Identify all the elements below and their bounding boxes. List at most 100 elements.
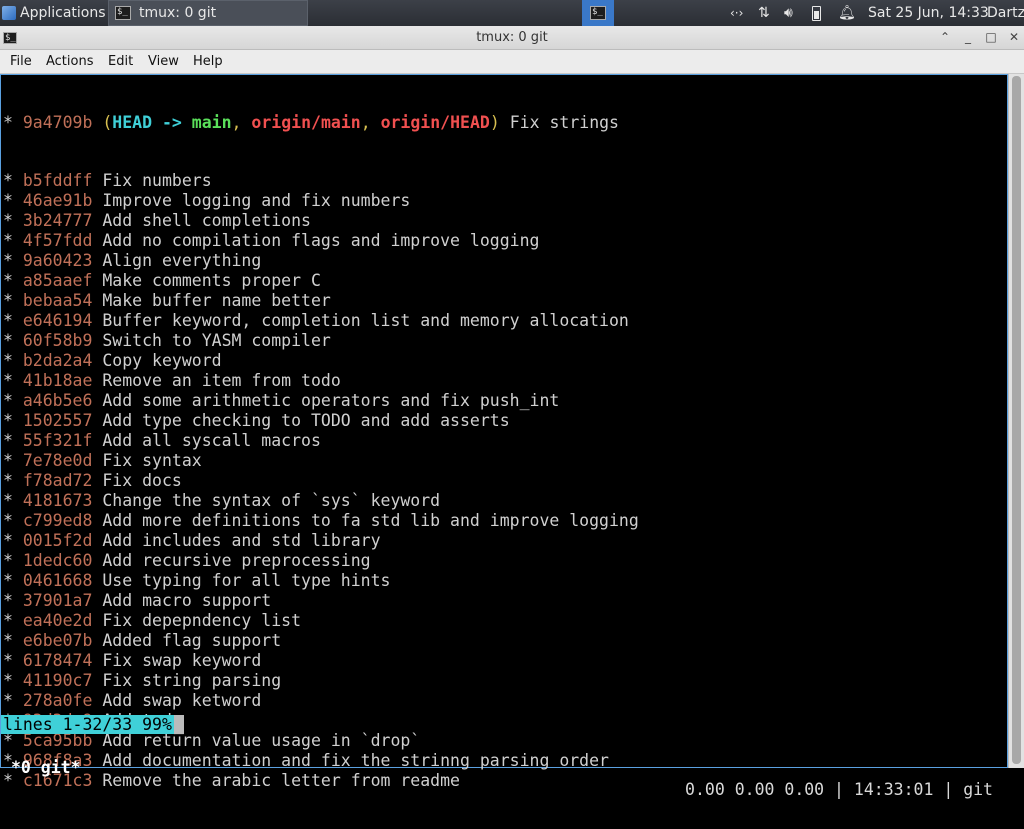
commit-message: Buffer keyword, completion list and memo…: [102, 311, 629, 330]
commit-message: Remove an item from todo: [102, 371, 341, 390]
minimize-button[interactable]: _: [960, 29, 976, 45]
commit-message: Add all syscall macros: [102, 431, 321, 450]
terminal-cursor: _: [173, 715, 184, 734]
tmux-status-bar: *0 git* 0.00 0.00 0.00 | 14:33:01 | git: [1, 735, 1007, 799]
log-row: * 278a0fe Add swap ketword: [3, 691, 262, 710]
commit-hash: 9a4709b: [22, 113, 93, 132]
commit-message: Add swap ketword: [102, 691, 262, 710]
commit-hash: f78ad72: [22, 471, 93, 490]
applications-menu-button[interactable]: Applications: [0, 0, 108, 26]
log-row: * 46ae91b Improve logging and fix number…: [3, 191, 411, 210]
commit-message: Add macro support: [102, 591, 272, 610]
commit-hash: 0015f2d: [22, 531, 93, 550]
workspace-switcher-button[interactable]: $_: [582, 0, 614, 26]
terminal-icon: $_: [590, 6, 606, 20]
top-panel: Applications $_ tmux: 0 git $_ ‹·› ⇅ 🔊︎ …: [0, 0, 1024, 26]
commit-hash: 41190c7: [22, 671, 93, 690]
taskbar-item-tmux[interactable]: $_ tmux: 0 git: [108, 0, 308, 26]
log-row: * 1502557 Add type checking to TODO and …: [3, 411, 510, 430]
applications-icon: [2, 6, 16, 20]
pager-status-text: lines 1-32/33 99%: [1, 715, 174, 734]
tmux-window-label[interactable]: *0 git*: [11, 757, 81, 779]
commit-message: Add type checking to TODO and add assert…: [102, 411, 510, 430]
log-row: * ea40e2d Fix depepndency list: [3, 611, 302, 630]
commit-hash: 46ae91b: [22, 191, 93, 210]
remote-ref-head: origin/HEAD: [380, 113, 490, 132]
menu-view[interactable]: View: [148, 54, 179, 69]
commit-hash: 3b24777: [22, 211, 93, 230]
commit-hash: c799ed8: [22, 511, 93, 530]
log-row: * 7e78e0d Fix syntax: [3, 451, 202, 470]
menu-actions[interactable]: Actions: [46, 54, 94, 69]
commit-hash: a85aaef: [22, 271, 93, 290]
commit-message: Improve logging and fix numbers: [102, 191, 411, 210]
battery-icon[interactable]: [812, 0, 821, 26]
commit-message: Make buffer name better: [102, 291, 331, 310]
log-row: * 0015f2d Add includes and std library: [3, 531, 381, 550]
log-row: * e646194 Buffer keyword, completion lis…: [3, 311, 629, 330]
log-row: * bebaa54 Make buffer name better: [3, 291, 331, 310]
log-row: * 1dedc60 Add recursive preprocessing: [3, 551, 371, 570]
commit-hash: 4181673: [22, 491, 93, 510]
commit-hash: ea40e2d: [22, 611, 93, 630]
log-row: * c1671c3 Remove the arabic letter from …: [3, 771, 460, 790]
log-row: * 37901a7 Add macro support: [3, 591, 272, 610]
scrollbar[interactable]: [1008, 74, 1024, 768]
commit-hash: 1502557: [22, 411, 93, 430]
commit-hash: 41b18ae: [22, 371, 93, 390]
commit-hash: 0461668: [22, 571, 93, 590]
commit-message: Add more definitions to fa std lib and i…: [102, 511, 639, 530]
scrollbar-thumb[interactable]: [1012, 76, 1021, 764]
log-row: * 4f57fdd Add no compilation flags and i…: [3, 231, 540, 250]
log-row: * 0461668 Use typing for all type hints: [3, 571, 391, 590]
commit-hash: a46b5e6: [22, 391, 93, 410]
close-button[interactable]: ✕: [1006, 29, 1022, 45]
clock[interactable]: Sat 25 Jun, 14:33: [868, 0, 989, 26]
network-icon[interactable]: ‹·›: [730, 0, 743, 26]
remote-ref-main: origin/main: [251, 113, 361, 132]
commit-message: Remove the arabic letter from readme: [102, 771, 460, 790]
commit-message: Fix swap keyword: [102, 651, 262, 670]
volume-icon[interactable]: 🔊︎: [784, 0, 793, 26]
log-row: * a46b5e6 Add some arithmetic operators …: [3, 391, 560, 410]
maximize-button[interactable]: □: [983, 29, 999, 45]
commit-hash: 9a60423: [22, 251, 93, 270]
menu-file[interactable]: File: [10, 54, 32, 69]
commit-hash: e6be07b: [22, 631, 93, 650]
log-row: * 6178474 Fix swap keyword: [3, 651, 262, 670]
commit-message: Align everything: [102, 251, 262, 270]
menu-help[interactable]: Help: [193, 54, 223, 69]
commit-hash: 60f58b9: [22, 331, 93, 350]
terminal-view[interactable]: * 9a4709b (HEAD -> main, origin/main, or…: [0, 74, 1008, 799]
shade-button[interactable]: ⌃: [937, 29, 953, 45]
log-row: * 60f58b9 Switch to YASM compiler: [3, 331, 331, 350]
terminal-icon: $_: [115, 6, 131, 20]
commit-message: Make comments proper C: [102, 271, 321, 290]
log-row: * 9a60423 Align everything: [3, 251, 262, 270]
commit-message: Add some arithmetic operators and fix pu…: [102, 391, 560, 410]
applications-label: Applications: [20, 5, 106, 21]
commit-hash: bebaa54: [22, 291, 93, 310]
commit-message: Add shell completions: [102, 211, 311, 230]
window-titlebar[interactable]: $_ tmux: 0 git ⌃ _ □ ✕: [0, 26, 1024, 50]
log-row: * c799ed8 Add more definitions to fa std…: [3, 511, 639, 530]
log-row-head: * 9a4709b (HEAD -> main, origin/main, or…: [3, 113, 619, 132]
commit-message: Added flag support: [102, 631, 282, 650]
commit-hash: b2da2a4: [22, 351, 93, 370]
notification-bell-icon[interactable]: 🔔︎: [838, 0, 856, 26]
window-title: tmux: 0 git: [476, 30, 548, 45]
commit-hash: e646194: [22, 311, 93, 330]
user-menu[interactable]: Dartz: [987, 0, 1024, 26]
commit-hash: 278a0fe: [22, 691, 93, 710]
commit-hash: 6178474: [22, 651, 93, 670]
commit-message: Fix depepndency list: [102, 611, 302, 630]
tmux-status-right: 0.00 0.00 0.00 | 14:33:01 | git: [685, 780, 993, 799]
log-row: * f78ad72 Fix docs: [3, 471, 182, 490]
log-row: * e6be07b Added flag support: [3, 631, 282, 650]
commit-message: Switch to YASM compiler: [102, 331, 331, 350]
commit-message: Fix strings: [509, 113, 619, 132]
commit-hash: 4f57fdd: [22, 231, 93, 250]
updown-arrows-icon[interactable]: ⇅: [758, 0, 770, 26]
menu-edit[interactable]: Edit: [108, 54, 133, 69]
commit-message: Change the syntax of `sys` keyword: [102, 491, 441, 510]
